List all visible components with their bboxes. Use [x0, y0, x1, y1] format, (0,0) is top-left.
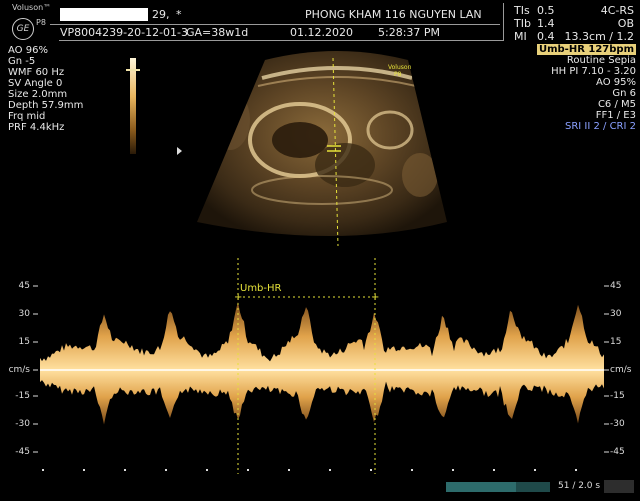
time-mark-11	[493, 469, 495, 471]
velocity-tick-1-0	[33, 313, 38, 315]
cine-loop-fill	[446, 482, 516, 492]
time-mark-13	[575, 469, 577, 471]
velocity-tick-6-0	[33, 451, 38, 453]
velocity-tick-6-1	[604, 451, 609, 453]
scale-right-15: 15	[610, 337, 622, 347]
scale-right-m30: -30	[610, 419, 625, 429]
time-mark-9	[411, 469, 413, 471]
velocity-tick-1-1	[604, 313, 609, 315]
unit-left: cm/s	[8, 365, 30, 375]
spectrum-forward	[40, 301, 604, 370]
scale-left-30: 30	[18, 309, 30, 319]
velocity-tick-4-0	[33, 395, 38, 397]
velocity-tick-5-1	[604, 423, 609, 425]
velocity-tick-2-1	[604, 341, 609, 343]
velocity-tick-4-1	[604, 395, 609, 397]
time-mark-12	[534, 469, 536, 471]
velocity-tick-5-0	[33, 423, 38, 425]
caliper-end-marker[interactable]: +	[371, 292, 379, 303]
time-marks	[42, 469, 577, 471]
velocity-tick-2-0	[33, 341, 38, 343]
scale-right-30: 30	[610, 309, 622, 319]
spectral-doppler-trace: + +	[33, 258, 609, 474]
reverse-envelope	[40, 370, 604, 425]
time-mark-5	[247, 469, 249, 471]
time-mark-7	[329, 469, 331, 471]
time-mark-10	[452, 469, 454, 471]
cine-loop-bar[interactable]	[446, 482, 550, 492]
scale-right-45: 45	[610, 281, 622, 291]
scale-right-m45: -45	[610, 447, 625, 457]
time-mark-3	[165, 469, 167, 471]
frame-counter: 51 / 2.0 s	[558, 481, 601, 491]
time-mark-1	[83, 469, 85, 471]
time-mark-0	[42, 469, 44, 471]
caliper-label: Umb-HR	[240, 283, 282, 294]
time-mark-8	[370, 469, 372, 471]
scale-left-45: 45	[18, 281, 30, 291]
time-mark-2	[124, 469, 126, 471]
scale-left-m15: -15	[15, 391, 30, 401]
velocity-tick-3-0	[33, 369, 38, 371]
velocity-tick-0-1	[604, 285, 609, 287]
time-mark-4	[206, 469, 208, 471]
velocity-tick-0-0	[33, 285, 38, 287]
time-mark-6	[288, 469, 290, 471]
scale-left-m30: -30	[15, 419, 30, 429]
forward-envelope	[40, 301, 604, 370]
scale-left-15: 15	[18, 337, 30, 347]
scale-right-m15: -15	[610, 391, 625, 401]
spectrum-reverse	[40, 370, 604, 425]
velocity-tick-3-1	[604, 369, 609, 371]
scale-left-m45: -45	[15, 447, 30, 457]
sweep-indicator	[604, 480, 634, 493]
unit-right: cm/s	[610, 365, 632, 375]
